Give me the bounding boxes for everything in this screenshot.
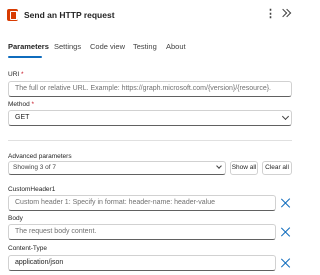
uri-label: URI * (8, 71, 24, 78)
required-mark: * (31, 101, 35, 108)
method-label-text: Method (8, 101, 30, 108)
advanced-parameters-label: Advanced parameters (8, 153, 72, 160)
remove-parameter-icon[interactable] (281, 258, 291, 268)
tab-testing[interactable]: Testing (133, 42, 157, 51)
remove-parameter-icon[interactable] (281, 227, 291, 237)
show-all-button[interactable]: Show all (230, 161, 258, 175)
body-input[interactable]: The request body content. (8, 224, 276, 240)
tab-bar: Parameters Settings Code view Testing Ab… (0, 38, 300, 60)
body-label: Body (8, 215, 23, 222)
method-value: GET (15, 114, 30, 121)
custom-header-label: CustomHeader1 (8, 186, 56, 193)
uri-label-text: URI (8, 71, 20, 78)
method-select[interactable]: GET (8, 110, 292, 126)
section-divider (8, 140, 292, 141)
panel-title: Send an HTTP request (24, 10, 115, 20)
more-options-icon[interactable]: ⋮ (265, 6, 276, 22)
panel-header: Send an HTTP request ⋮ (0, 0, 300, 30)
required-mark: * (21, 71, 24, 78)
custom-header-input[interactable]: Custom header 1: Specify in format: head… (8, 195, 276, 211)
tab-about[interactable]: About (166, 42, 186, 51)
tab-settings[interactable]: Settings (54, 42, 81, 51)
tab-code-view[interactable]: Code view (90, 42, 125, 51)
tab-parameters[interactable]: Parameters (8, 42, 49, 51)
method-label: Method * (8, 101, 34, 108)
content-type-label: Content-Type (8, 245, 48, 252)
advanced-parameters-select[interactable]: Showing 3 of 7 (8, 161, 226, 175)
content-type-input[interactable]: application/json (8, 255, 276, 271)
uri-input[interactable]: The full or relative URL. Example: https… (8, 81, 292, 97)
active-tab-indicator (8, 56, 42, 58)
clear-all-button[interactable]: Clear all (262, 161, 292, 175)
advanced-parameters-count: Showing 3 of 7 (13, 164, 57, 171)
collapse-panel-icon[interactable] (280, 8, 292, 20)
remove-parameter-icon[interactable] (281, 198, 291, 208)
office-icon (7, 9, 18, 21)
